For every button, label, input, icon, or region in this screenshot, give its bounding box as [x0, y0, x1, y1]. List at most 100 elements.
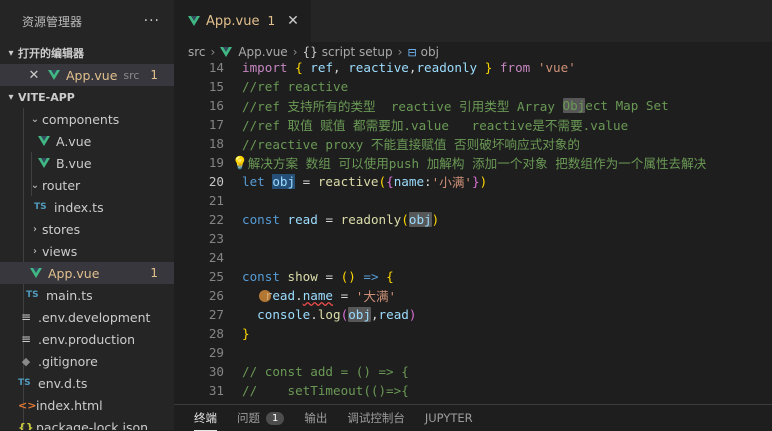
braces-icon: {}	[302, 45, 318, 59]
code-token: log	[317, 307, 341, 322]
chevron-right-icon: ›	[33, 223, 37, 235]
line-number: 17	[208, 117, 224, 132]
vue-file-icon	[220, 47, 233, 57]
breadcrumb-symbol[interactable]: obj	[421, 45, 439, 59]
chevron-down-icon: ⌄	[30, 179, 40, 191]
tree-file-env-development[interactable]: ≡ .env.development	[0, 306, 174, 328]
editor-tabs: App.vue 1 ✕	[174, 0, 772, 42]
vue-file-icon	[38, 136, 50, 146]
line-number: 19	[208, 155, 224, 170]
chevron-down-icon: ▾	[8, 91, 14, 103]
code-token: let	[242, 174, 265, 189]
tree-file-b-vue[interactable]: B.vue	[0, 152, 174, 174]
tree-folder-router[interactable]: ⌄ router	[0, 174, 174, 196]
tree-file-env-production[interactable]: ≡ .env.production	[0, 328, 174, 350]
explorer-header: 资源管理器 ···	[0, 0, 174, 42]
tree-file-index-ts[interactable]: TS index.ts	[0, 196, 174, 218]
code-token: read	[287, 212, 318, 227]
code-line: 21	[174, 191, 772, 210]
code-line: 15 //ref reactive	[174, 77, 772, 96]
tab-jupyter[interactable]: JUPYTER	[425, 405, 473, 431]
tree-item-label: .env.development	[38, 309, 151, 325]
open-editor-filename: App.vue	[66, 67, 118, 83]
code-line: 14 import { ref, reactive, readonly } fro…	[174, 58, 772, 77]
breadcrumb-root[interactable]: src	[188, 45, 206, 59]
tab-app-vue[interactable]: App.vue 1 ✕	[174, 0, 311, 42]
lightbulb-icon[interactable]: 💡	[232, 155, 248, 171]
code-token: import	[242, 60, 288, 75]
code-comment: //reactive proxy 不能直接赋值 否则破坏响应式对象的	[242, 137, 580, 152]
tree-file-env-d-ts[interactable]: TS env.d.ts	[0, 372, 174, 394]
tree-file-index-html[interactable]: <> index.html	[0, 394, 174, 416]
code-token: const	[242, 212, 280, 227]
explorer-sidebar: 资源管理器 ··· ▾ 打开的编辑器 ✕ App.vue src 1 ▾ VIT…	[0, 0, 174, 430]
line-number: 31	[208, 383, 224, 398]
tree-item-label: router	[42, 177, 81, 193]
code-editor[interactable]: 14 import { ref, reactive, readonly } fro…	[174, 58, 772, 404]
code-line: 22 const read = readonly(obj)	[174, 210, 772, 229]
tab-problems[interactable]: 问题 1	[237, 405, 285, 431]
variable-icon: ⊟	[407, 45, 417, 59]
vue-file-icon	[188, 16, 200, 26]
project-section[interactable]: ▾ VITE-APP	[0, 86, 174, 108]
panel-tab-label: 输出	[304, 411, 328, 425]
typescript-file-icon: TS	[34, 202, 47, 212]
cursor-highlight	[259, 290, 271, 302]
code-comment: // setTimeout(()=>{	[242, 383, 409, 398]
code-comment: //ref reactive	[242, 79, 349, 94]
tab-output[interactable]: 输出	[304, 405, 327, 431]
tree-item-label: .env.production	[38, 331, 136, 347]
code-line: 25 const show = () => {	[174, 267, 772, 286]
tree-file-main-ts[interactable]: TS main.ts	[0, 284, 174, 306]
panel-tab-label: 问题	[237, 411, 260, 425]
code-token: readonly	[340, 212, 402, 227]
code-token: read	[378, 307, 409, 322]
code-token: ref	[310, 60, 334, 75]
line-number: 18	[208, 136, 224, 151]
code-token: show	[287, 269, 318, 284]
tree-item-label: A.vue	[56, 133, 92, 149]
breadcrumb-file[interactable]: App.vue	[238, 45, 287, 59]
code-comment: Obj	[562, 98, 586, 113]
tree-folder-views[interactable]: › views	[0, 240, 174, 262]
tree-folder-stores[interactable]: › stores	[0, 218, 174, 240]
bottom-panel-tabs: 终端 问题 1 输出 调试控制台 JUPYTER	[174, 404, 772, 431]
close-icon[interactable]: ✕	[26, 68, 42, 83]
tree-file-a-vue[interactable]: A.vue	[0, 130, 174, 152]
code-line: 28 }	[174, 324, 772, 343]
panel-tab-label: 终端	[194, 410, 217, 425]
tree-file-gitignore[interactable]: ◆ .gitignore	[0, 350, 174, 372]
code-line: 24	[174, 248, 772, 267]
tree-item-label: views	[42, 243, 78, 259]
panel-tab-label: 调试控制台	[347, 411, 405, 425]
vue-file-icon	[48, 70, 60, 80]
code-line: 17 //ref 取值 赋值 都需要加.value reactive是不需要.v…	[174, 115, 772, 134]
open-editors-section[interactable]: ▾ 打开的编辑器	[0, 42, 174, 64]
code-comment: ect Map Set	[585, 98, 669, 113]
more-actions-icon[interactable]: ···	[144, 13, 160, 29]
code-token: '大满'	[355, 289, 397, 304]
tab-debug-console[interactable]: 调试控制台	[347, 405, 405, 431]
chevron-right-icon: ›	[292, 45, 298, 59]
panel-tab-label: JUPYTER	[424, 411, 473, 425]
tree-item-label: App.vue	[48, 265, 100, 281]
tree-file-package-lock[interactable]: {} package-lock.json	[0, 416, 174, 431]
problem-count: 1	[150, 68, 158, 82]
code-token: obj	[348, 307, 371, 322]
tree-file-app-vue[interactable]: App.vue 1	[0, 262, 174, 284]
open-editor-item-app-vue[interactable]: ✕ App.vue src 1	[0, 64, 174, 86]
tree-item-label: .gitignore	[38, 353, 98, 369]
problems-badge: 1	[266, 411, 285, 425]
breadcrumb-section[interactable]: script setup	[322, 45, 393, 59]
chevron-down-icon: ⌄	[30, 113, 40, 125]
tree-folder-components[interactable]: ⌄ components	[0, 108, 174, 130]
code-token: obj	[408, 212, 432, 227]
tab-terminal[interactable]: 终端	[194, 405, 217, 431]
code-line: 19 💡 解决方案 数组 可以使用push 加解构 添加一个对象 把数组作为一个属…	[174, 153, 772, 172]
code-line: 26 read. name = '大满'	[174, 286, 772, 305]
code-token: const	[242, 269, 280, 284]
close-icon[interactable]: ✕	[287, 13, 299, 29]
code-token: from	[499, 60, 531, 75]
tree-item-label: index.html	[36, 397, 103, 413]
line-number: 25	[208, 269, 224, 284]
